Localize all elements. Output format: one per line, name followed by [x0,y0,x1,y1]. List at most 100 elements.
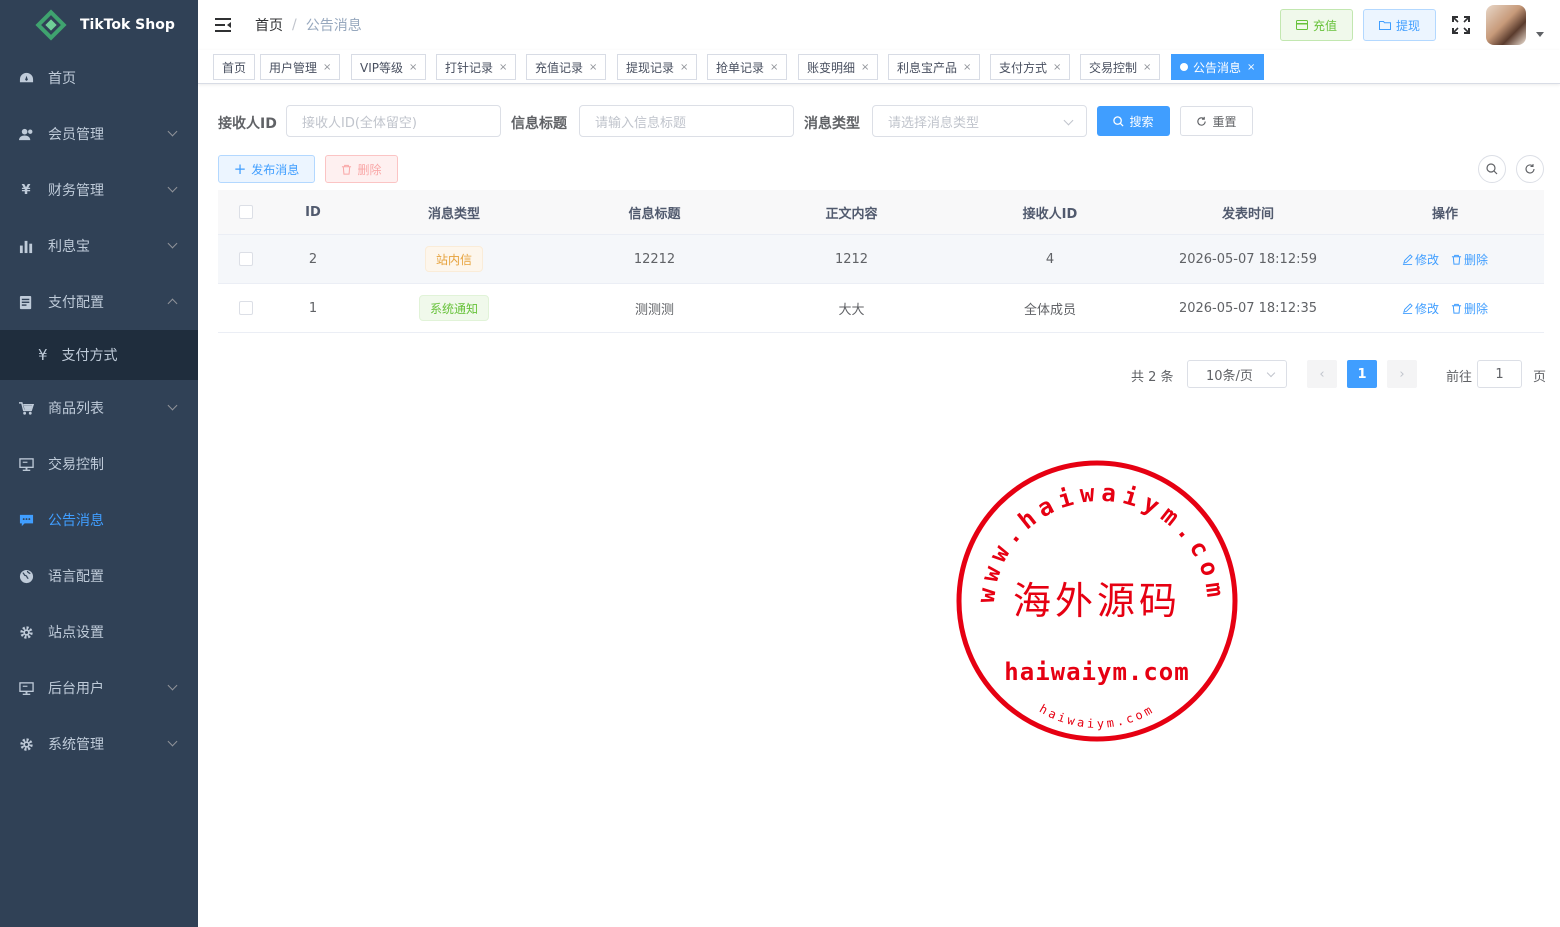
plus-icon: + [233,160,247,178]
close-icon[interactable]: × [1247,62,1255,73]
delete-button[interactable]: 删除 [1451,251,1488,268]
edit-button[interactable]: 修改 [1402,251,1439,268]
sidebar-item-admin-users[interactable]: 后台用户 [0,660,198,716]
prev-page-button[interactable]: ‹ [1307,360,1337,388]
message-type-select[interactable]: 请选择消息类型 [872,105,1087,137]
tag-withdraw-records[interactable]: 提现记录 × [617,54,698,80]
sidebar-item-language[interactable]: 语言配置 [0,548,198,604]
tag-payment-methods[interactable]: 支付方式 × [990,54,1071,80]
svg-text:haiwaiym.com: haiwaiym.com [1037,702,1157,731]
tag-interest-products[interactable]: 利息宝产品 × [888,54,981,80]
tag-recharge-records[interactable]: 充值记录 × [526,54,607,80]
tag-trade-control[interactable]: 交易控制 × [1080,54,1161,80]
chevron-down-icon [167,238,178,249]
page-size-select[interactable]: 10条/页 [1187,360,1287,388]
sidebar-item-label: 支付方式 [61,348,118,364]
sidebar-item-payment-methods[interactable]: ¥ 支付方式 [0,330,198,380]
sidebar-item-label: 利息宝 [48,239,90,255]
sidebar-item-announcements[interactable]: 公告消息 [0,492,198,548]
delete-label: 删除 [1464,252,1489,267]
tag-vip-level[interactable]: VIP等级 × [351,54,427,80]
dashboard-icon [18,70,34,86]
sidebar-item-members[interactable]: 会员管理 [0,106,198,162]
select-all-checkbox[interactable] [239,205,253,219]
edit-label: 修改 [1414,301,1439,316]
column-header: 发表时间 [1221,206,1274,222]
sidebar-item-interest[interactable]: 利息宝 [0,218,198,274]
chevron-down-icon [167,182,178,193]
table-row[interactable]: 2 站内信 12212 1212 4 2026-05-07 18:12:59 修… [218,235,1544,284]
withdraw-button[interactable]: 提现 [1363,9,1436,41]
close-icon[interactable]: × [1053,62,1061,73]
sidebar-item-system[interactable]: 系统管理 [0,716,198,772]
chevron-down-icon [1266,368,1276,378]
main-content: 接收人ID 接收人ID(全体留空) 信息标题 请输入信息标题 消息类型 请选择消… [198,85,1560,927]
monitor-icon [18,680,34,696]
tag-punch-records[interactable]: 打针记录 × [436,54,517,80]
close-icon[interactable]: × [323,62,331,73]
goto-page-input[interactable]: 1 [1477,360,1522,388]
close-icon[interactable]: × [770,62,778,73]
row-checkbox[interactable] [239,301,253,315]
close-icon[interactable]: × [499,62,507,73]
reset-button[interactable]: 重置 [1180,106,1253,136]
close-icon[interactable]: × [1143,62,1151,73]
sidebar-item-trade-control[interactable]: 交易控制 [0,436,198,492]
receiver-id-input[interactable]: 接收人ID(全体留空) [286,105,501,137]
breadcrumb-home[interactable]: 首页 [255,15,283,35]
next-page-button[interactable]: › [1387,360,1417,388]
gear-icon [18,736,34,752]
tag-announcements[interactable]: 公告消息 × [1171,54,1265,80]
table-row[interactable]: 1 系统通知 测测测 大大 全体成员 2026-05-07 18:12:35 修… [218,284,1544,333]
tag-order-grab-records[interactable]: 抢单记录 × [707,54,788,80]
refresh-table-button[interactable] [1516,155,1544,183]
tag-account-changes[interactable]: 账变明细 × [798,54,879,80]
delete-label: 删除 [1464,301,1489,316]
refresh-icon [1197,116,1207,126]
bulk-delete-button[interactable]: 删除 [325,155,398,183]
watermark-center: 海外源码 [1013,579,1181,623]
type-badge: 站内信 [424,246,483,272]
row-checkbox[interactable] [239,252,253,266]
chevron-down-icon [167,680,178,691]
menu-toggle-icon[interactable] [215,18,231,32]
app-name: TikTok Shop [80,17,175,33]
tag-label: 首页 [222,60,247,75]
tag-home[interactable]: 首页 [213,54,256,80]
search-button[interactable]: 搜索 [1097,106,1170,136]
sidebar-item-home[interactable]: 首页 [0,50,198,106]
fullscreen-icon[interactable] [1452,16,1470,34]
page-size-value: 10条/页 [1206,368,1253,384]
column-header: 操作 [1431,206,1458,222]
sidebar-item-label: 站点设置 [48,625,104,641]
delete-button[interactable]: 删除 [1451,300,1488,317]
close-icon[interactable]: × [589,62,597,73]
close-icon[interactable]: × [680,62,688,73]
toggle-search-button[interactable] [1478,155,1506,183]
sidebar-item-products[interactable]: 商品列表 [0,380,198,436]
globe-icon [18,568,34,584]
tag-user-management[interactable]: 用户管理 × [260,54,341,80]
message-type-placeholder: 请选择消息类型 [888,115,980,131]
recharge-button[interactable]: 充值 [1280,9,1353,41]
close-icon[interactable]: × [861,62,869,73]
edit-button[interactable]: 修改 [1402,300,1439,317]
app-logo[interactable]: TikTok Shop [0,0,198,50]
sidebar-item-payment-config[interactable]: 支付配置 [0,274,198,330]
chevron-up-icon [167,298,178,309]
sidebar-item-label: 语言配置 [48,569,104,585]
tag-label: VIP等级 [360,60,403,75]
breadcrumb-separator: / [292,17,297,33]
sidebar-item-label: 后台用户 [48,681,104,697]
sidebar-item-site-settings[interactable]: 站点设置 [0,604,198,660]
sidebar-item-finance[interactable]: ¥ 财务管理 [0,162,198,218]
avatar[interactable] [1486,5,1526,45]
publish-message-button[interactable]: + 发布消息 [218,155,315,183]
watermark-stamp: www.haiwaiym.com 海外源码 haiwaiym.com haiwa… [956,460,1238,742]
close-icon[interactable]: × [963,62,971,73]
caret-down-icon[interactable] [1536,32,1544,37]
watermark-arc-bottom: haiwaiym.com [1037,702,1154,731]
title-input[interactable]: 请输入信息标题 [579,105,794,137]
page-number-current[interactable]: 1 [1347,360,1377,388]
close-icon[interactable]: × [409,62,417,73]
